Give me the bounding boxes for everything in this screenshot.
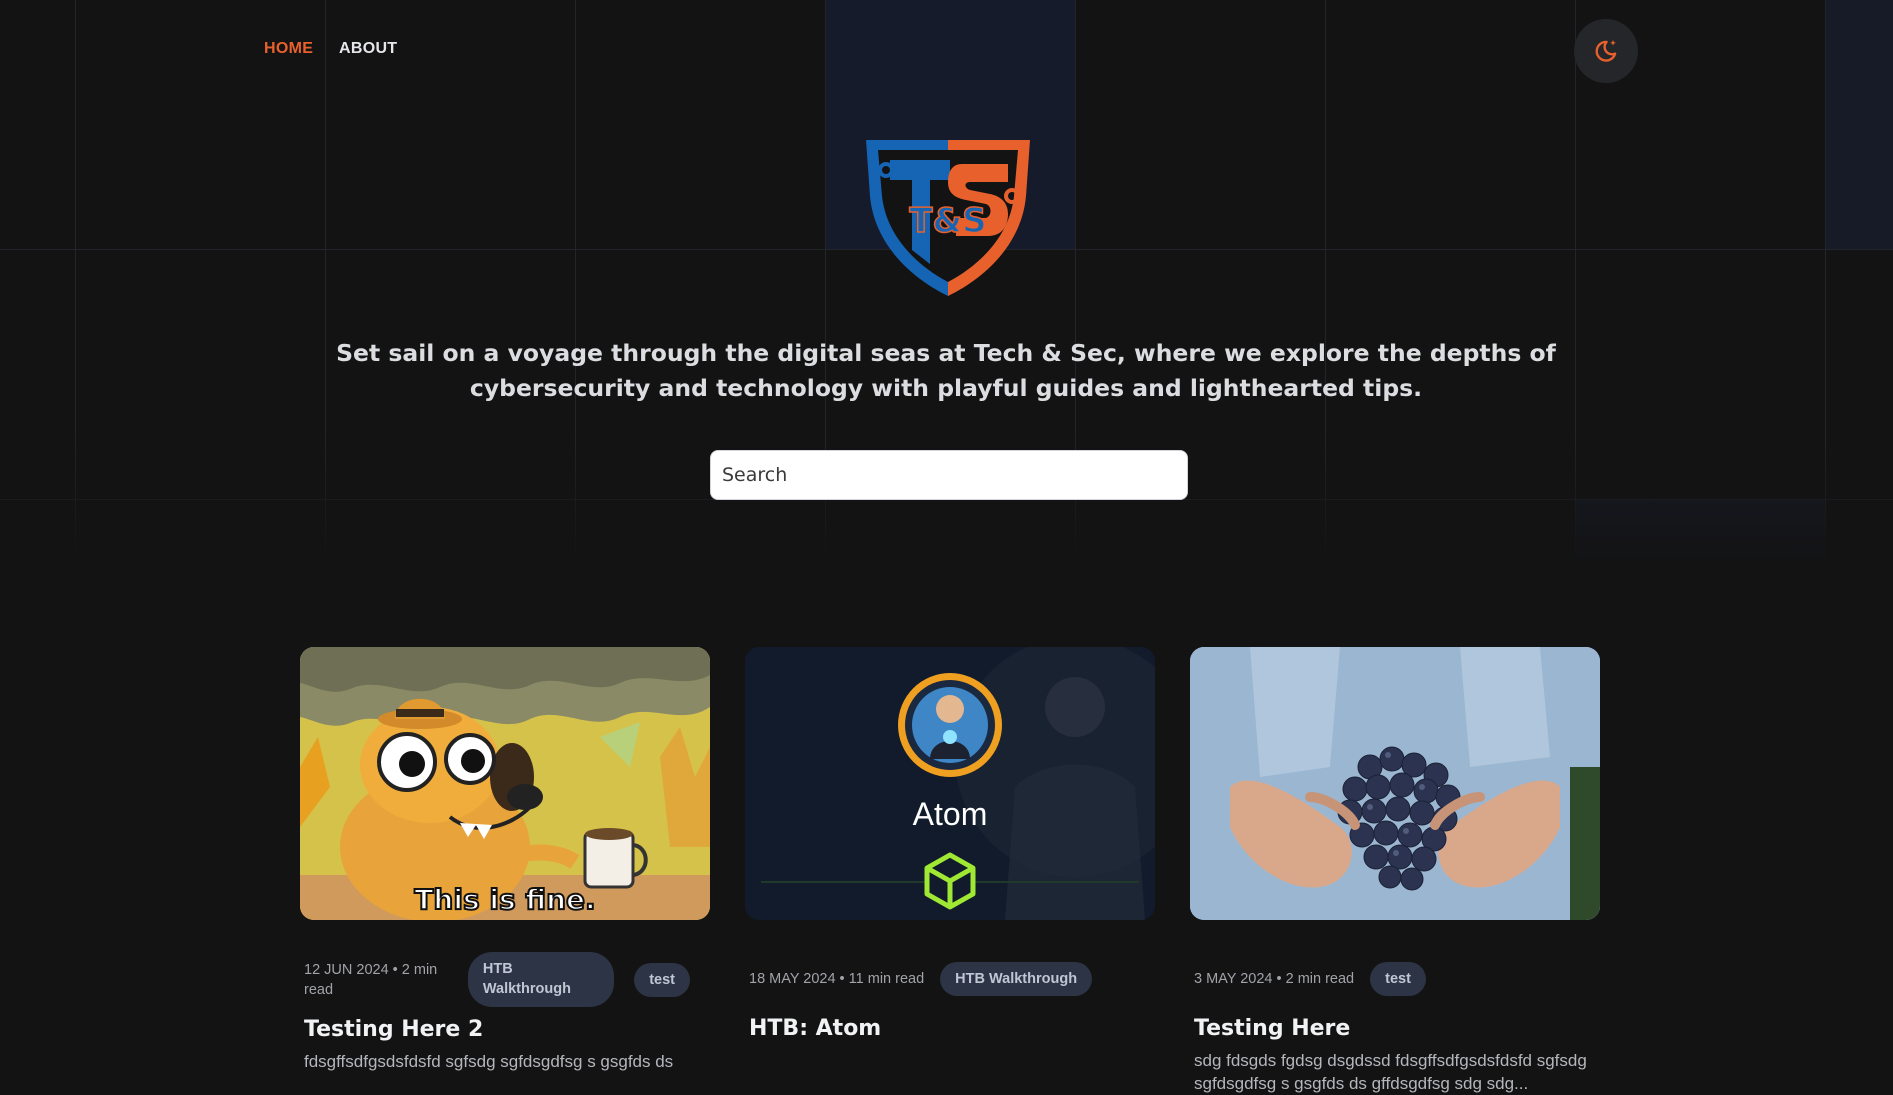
post-excerpt: fdsgffsdfgsdsfdsfd sgfsdg sgfdsgdfsg s g… — [304, 1052, 674, 1071]
post-title[interactable]: Testing Here 2 — [300, 1017, 710, 1042]
site-logo[interactable]: T&S — [862, 136, 1034, 300]
post-meta: 3 MAY 2024 • 2 min read test — [1190, 952, 1600, 1006]
tag-badge[interactable]: test — [1370, 962, 1426, 996]
post-card[interactable]: This is fine. 12 JUN 2024 • 2 min read H… — [300, 647, 710, 1073]
post-title[interactable]: HTB: Atom — [745, 1016, 1155, 1041]
thumbnail-caption: This is fine. — [414, 883, 595, 916]
post-card[interactable]: Atom 18 MAY 2024 • 11 min read HTB Walkt… — [745, 647, 1155, 1041]
post-thumbnail[interactable]: Atom — [745, 647, 1155, 920]
top-nav: HOME ABOUT — [0, 0, 1893, 100]
logo-ampersand: T&S — [909, 201, 986, 241]
post-card[interactable]: 3 MAY 2024 • 2 min read test Testing Her… — [1190, 647, 1600, 1095]
tag-badge[interactable]: HTB Walkthrough — [940, 962, 1093, 996]
tag-badge[interactable]: HTB Walkthrough — [467, 952, 615, 1007]
moon-sparkle-icon — [1595, 39, 1617, 62]
thumbnail-caption: Atom — [913, 796, 988, 832]
post-date-readtime: 18 MAY 2024 • 11 min read — [749, 971, 925, 987]
post-date-readtime: 3 MAY 2024 • 2 min read — [1194, 971, 1355, 987]
nav-home-link[interactable]: HOME — [264, 40, 313, 58]
post-meta: 12 JUN 2024 • 2 min read HTB Walkthrough… — [300, 952, 710, 1007]
tag-badge[interactable]: test — [634, 962, 690, 997]
hero-tagline: Set sail on a voyage through the digital… — [336, 339, 1556, 402]
post-thumbnail[interactable]: This is fine. — [300, 647, 710, 920]
search-input[interactable] — [710, 450, 1188, 500]
post-thumbnail[interactable] — [1190, 647, 1600, 920]
post-meta: 18 MAY 2024 • 11 min read HTB Walkthroug… — [745, 952, 1155, 1006]
post-date-readtime: 12 JUN 2024 • 2 min read — [304, 961, 438, 998]
nav-about-link[interactable]: ABOUT — [339, 40, 397, 58]
post-title[interactable]: Testing Here — [1190, 1016, 1600, 1041]
post-excerpt: sdg fdsgds fgdsg dsgdssd fdsgffsdfgsdsfd… — [1194, 1051, 1587, 1093]
theme-toggle-button[interactable] — [1574, 19, 1638, 83]
cube-icon — [924, 852, 976, 910]
